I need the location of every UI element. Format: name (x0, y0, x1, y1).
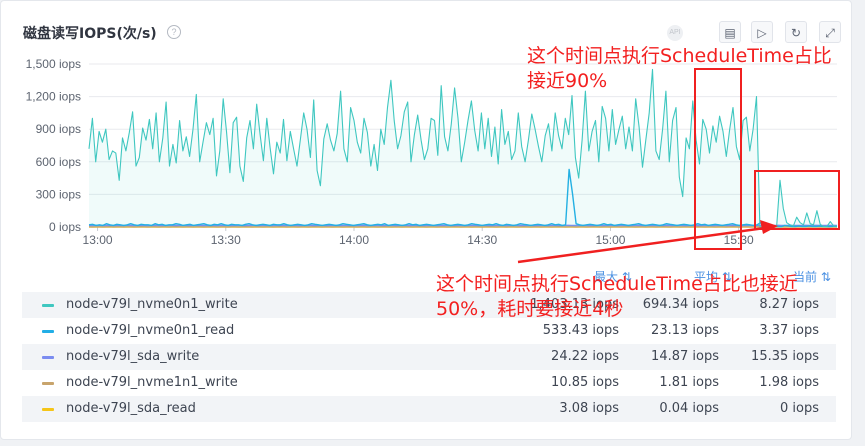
series-max: 24.22 iops (551, 349, 619, 364)
series-current: 0 iops (780, 401, 819, 416)
series-current: 1.98 iops (759, 375, 819, 390)
series-max: 10.85 iops (551, 375, 619, 390)
legend-row[interactable]: node-v79l_nvme1n1_write 10.85 iops 1.81 … (22, 370, 836, 396)
annotation-top: 这个时间点执行ScheduleTime占比接近90% (527, 45, 832, 92)
y-tick-label: 900 iops (36, 122, 81, 136)
series-swatch (42, 356, 54, 359)
highlight-box-tail (754, 170, 840, 230)
x-tick-label: 13:30 (211, 233, 241, 247)
series-swatch (42, 304, 54, 307)
x-tick-label: 14:00 (339, 233, 369, 247)
series-name: node-v79l_nvme0n1_write (66, 297, 238, 312)
y-tick-label: 300 iops (36, 187, 81, 201)
series-swatch (42, 408, 54, 411)
y-tick-label: 1,500 iops (26, 57, 81, 71)
x-tick-label: 13:00 (83, 233, 113, 247)
series-current: 3.37 iops (759, 323, 819, 338)
series-avg: 0.04 iops (659, 401, 719, 416)
series-avg: 14.87 iops (651, 349, 719, 364)
series-swatch (42, 330, 54, 333)
series-name: node-v79l_sda_write (66, 349, 200, 364)
legend-row[interactable]: node-v79l_sda_write 24.22 iops 14.87 iop… (22, 344, 836, 370)
series-name: node-v79l_nvme0n1_read (66, 323, 235, 338)
y-tick-label: 1,200 iops (26, 90, 81, 104)
y-tick-label: 0 iops (49, 220, 81, 234)
series-max: 533.43 iops (542, 323, 619, 338)
annotation-bottom: 这个时间点执行ScheduleTime占比也接近50%，耗时要接近4秒 (436, 273, 798, 320)
series-avg: 23.13 iops (651, 323, 719, 338)
series-name: node-v79l_sda_read (66, 401, 196, 416)
x-tick-label: 14:30 (467, 233, 497, 247)
series-current: 15.35 iops (751, 349, 819, 364)
highlight-box-peak (694, 68, 742, 250)
series-swatch (42, 382, 54, 385)
x-tick-label: 15:00 (595, 233, 625, 247)
series-avg: 1.81 iops (659, 375, 719, 390)
series-max: 3.08 iops (559, 401, 619, 416)
series-name: node-v79l_nvme1n1_write (66, 375, 238, 390)
y-tick-label: 600 iops (36, 155, 81, 169)
legend-row[interactable]: node-v79l_sda_read 3.08 iops 0.04 iops 0… (22, 396, 836, 422)
